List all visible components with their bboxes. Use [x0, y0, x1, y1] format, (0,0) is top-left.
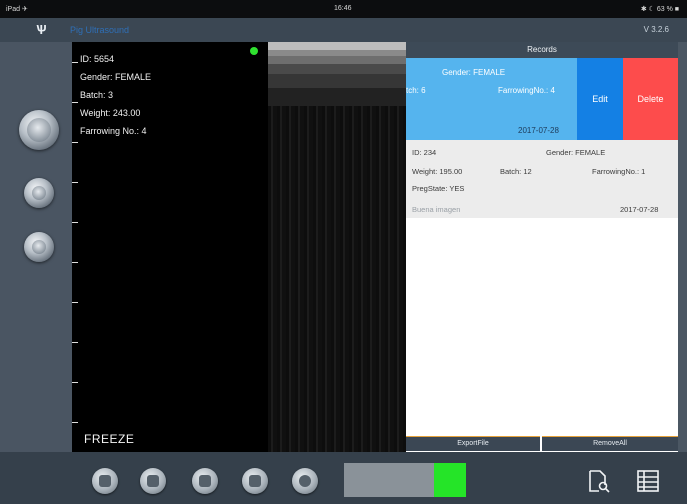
scale-tick [72, 342, 78, 343]
record-note: Buena imagen [412, 205, 461, 214]
photo-button[interactable] [92, 468, 118, 494]
status-time: 16:46 [334, 5, 352, 12]
photo-icon [99, 475, 111, 487]
record-farrowing: FarrowingNo.: 4 [498, 86, 555, 95]
remove-all-button[interactable]: RemoveAll [542, 436, 678, 451]
scale-tick [72, 142, 78, 143]
ppt-button[interactable] [242, 468, 268, 494]
record-batch: Batch: 12 [500, 167, 532, 176]
scale-tick [72, 382, 78, 383]
record-gender: Gender: FEMALE [442, 68, 506, 77]
records-list-icon[interactable] [636, 469, 660, 493]
dial-center-icon [27, 118, 51, 142]
scale-tick [72, 302, 78, 303]
settings-button[interactable] [292, 468, 318, 494]
scale-tick [72, 182, 78, 183]
video-icon [147, 475, 159, 487]
signal-gauge [344, 463, 434, 497]
ultrasound-viewer[interactable]: ID: 5654 Gender: FEMALE Batch: 3 Weight:… [72, 42, 268, 452]
scan-noise [268, 106, 406, 452]
record-id: ID: 234 [412, 148, 437, 157]
scan-band [268, 56, 406, 64]
depth-knob-icon [32, 240, 46, 254]
title-bar: Ѱ Pig Ultrasound V 3.2.6 [0, 18, 687, 42]
file-search-icon[interactable] [586, 469, 610, 493]
main-dial-knob[interactable] [19, 110, 59, 150]
record-batch: tch: 6 [406, 86, 426, 95]
info-farrowing: Farrowing No.: 4 [80, 126, 147, 136]
scale-tick [72, 222, 78, 223]
info-batch: Batch: 3 [80, 90, 114, 100]
record-farrowing: FarrowingNo.: 1 [592, 167, 646, 176]
info-id: ID: 5654 [80, 54, 115, 64]
record-date: 2017-07-28 [518, 126, 559, 135]
info-gender: Gender: FEMALE [80, 72, 152, 82]
scan-band [268, 74, 406, 88]
record-weight: Weight: 195.00 [412, 167, 463, 176]
scale-tick [72, 62, 78, 63]
record-date: 2017-07-28 [620, 205, 659, 214]
record-pregstate: PregState: YES [412, 184, 465, 193]
edit-button[interactable]: Edit [577, 58, 623, 140]
scan-band [268, 88, 406, 106]
signal-gauge-fill [434, 463, 466, 497]
scale-tick [72, 262, 78, 263]
records-panel: Records Gender: FEMALE tch: 6 FarrowingN… [406, 42, 678, 452]
gain-knob[interactable] [24, 178, 54, 208]
app-title: Pig Ultrasound [70, 25, 130, 35]
records-empty-area [406, 218, 678, 432]
status-left: iPad ✈ [6, 6, 28, 13]
delete-button[interactable]: Delete [623, 58, 678, 140]
info-weight: Weight: 243.00 [80, 108, 141, 118]
status-right: ✱ ☾ 63 % ■ [640, 6, 679, 13]
video-button[interactable] [140, 468, 166, 494]
settings-icon [299, 475, 311, 487]
signal-indicator-icon [250, 47, 258, 55]
scan-band [268, 64, 406, 74]
status-bar: iPad ✈ 16:46 ✱ ☾ 63 % ■ [0, 0, 687, 18]
depth-knob[interactable] [24, 232, 54, 262]
bottom-toolbar [0, 452, 687, 504]
record-row[interactable]: ID: 234 Gender: FEMALE Weight: 195.00 Ba… [406, 140, 678, 218]
app-logo-icon: Ѱ [36, 22, 47, 37]
version-label: V 3.2.6 [643, 25, 669, 34]
save-icon [199, 475, 211, 487]
record-row-selected[interactable]: Gender: FEMALE tch: 6 FarrowingNo.: 4 20… [406, 58, 577, 140]
scale-tick [72, 102, 78, 103]
record-gender: Gender: FEMALE [546, 148, 606, 157]
export-file-button[interactable]: ExportFile [406, 436, 540, 451]
scan-band [268, 42, 406, 50]
ppt-icon [249, 475, 261, 487]
gain-knob-icon [32, 186, 46, 200]
save-button[interactable] [192, 468, 218, 494]
left-control-rail [0, 42, 72, 452]
freeze-label[interactable]: FREEZE [84, 432, 134, 446]
scale-tick [72, 422, 78, 423]
depth-scale [72, 42, 80, 452]
records-header: Records [406, 42, 678, 58]
m-mode-scan [268, 42, 406, 452]
